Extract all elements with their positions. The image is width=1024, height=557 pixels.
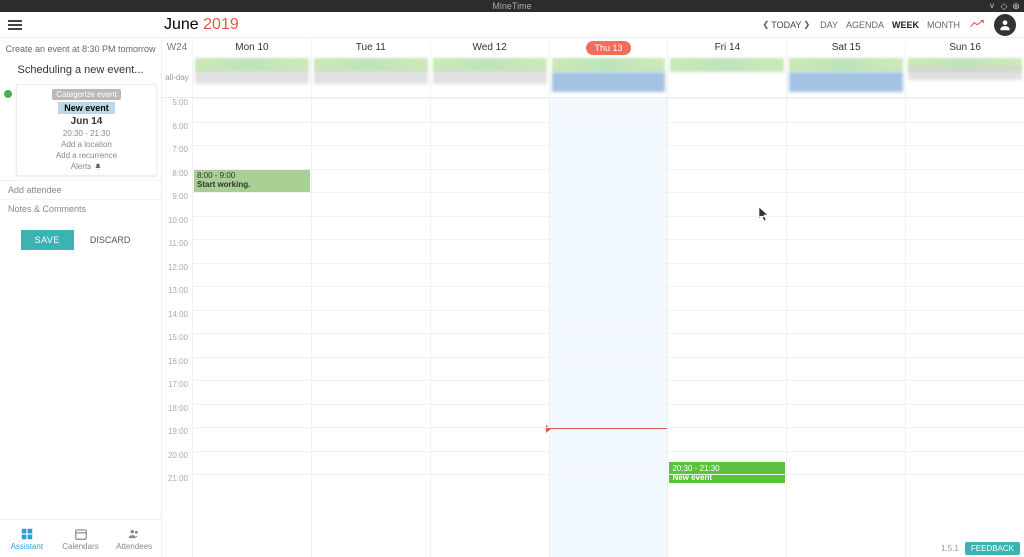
day-col-wed[interactable] <box>430 98 549 557</box>
day-col-mon[interactable]: 8:00 - 9:00 Start working. <box>192 98 311 557</box>
event-start-working[interactable]: 8:00 - 9:00 Start working. <box>194 169 310 193</box>
mouse-cursor-icon <box>758 206 772 222</box>
day-col-fri[interactable]: 20:30 - 21:30 New event <box>667 98 786 557</box>
version-label: 1.5.1 <box>941 544 959 553</box>
nav-attendees[interactable]: Attendees <box>107 520 161 557</box>
month-title: June 2019 <box>164 16 239 34</box>
window-titlebar: MineTime ˅ ◇ ⊗ <box>0 0 1024 12</box>
save-button[interactable]: SAVE <box>21 230 74 250</box>
day-col-sat[interactable] <box>786 98 905 557</box>
app-title: MineTime <box>492 1 531 11</box>
next-week-icon[interactable]: ❯ <box>803 20 810 29</box>
window-minimize-icon[interactable]: ˅ <box>988 0 996 8</box>
prev-week-icon[interactable]: ❮ <box>763 20 770 29</box>
calendar-color-dot[interactable] <box>4 90 12 98</box>
calendar-icon <box>74 527 88 541</box>
event-date[interactable]: Jun 14 <box>71 116 103 127</box>
day-header-tue[interactable]: Tue 11 <box>311 38 430 58</box>
today-button[interactable]: TODAY <box>771 20 801 30</box>
allday-sat[interactable] <box>786 58 905 97</box>
discard-button[interactable]: DISCARD <box>80 230 141 250</box>
add-recurrence[interactable]: Add a recurrence <box>56 151 117 160</box>
assistant-icon <box>20 527 34 541</box>
event-time[interactable]: 20:30 - 21:30 <box>63 129 110 138</box>
scheduling-label: Scheduling a new event... <box>0 60 161 80</box>
day-col-sun[interactable] <box>905 98 1024 557</box>
notes-comments[interactable]: Notes & Comments <box>0 199 161 218</box>
sidebar: Create an event at 8:30 PM tomorrow Sche… <box>0 38 162 557</box>
add-attendee[interactable]: Add attendee <box>0 180 161 199</box>
view-day[interactable]: DAY <box>820 20 838 30</box>
alerts-button[interactable]: Alerts <box>71 162 102 171</box>
event-new-event[interactable]: 20:30 - 21:30 New event <box>669 462 785 483</box>
allday-tue[interactable] <box>311 58 430 97</box>
allday-label: all-day <box>162 58 192 97</box>
week-grid[interactable]: 8:00 - 9:00 Start working. 20:30 - 21:3 <box>192 98 1024 557</box>
nav-calendars[interactable]: Calendars <box>54 520 108 557</box>
event-card: Categorize event New event Jun 14 20:30 … <box>16 84 157 176</box>
day-header-sat[interactable]: Sat 15 <box>786 38 905 58</box>
view-week[interactable]: WEEK <box>892 20 919 30</box>
day-header-mon[interactable]: Mon 10 <box>192 38 311 58</box>
allday-fri[interactable] <box>667 58 786 97</box>
day-header-thu[interactable]: Thu 13 <box>549 38 668 58</box>
attendees-icon <box>127 527 141 541</box>
event-title-input[interactable]: New event <box>58 102 115 114</box>
app-header: June 2019 ❮ TODAY ❯ DAY AGENDA WEEK MONT… <box>0 12 1024 38</box>
view-month[interactable]: MONTH <box>927 20 960 30</box>
footer: 1.5.1 FEEDBACK <box>941 542 1020 555</box>
feedback-button[interactable]: FEEDBACK <box>965 542 1020 555</box>
current-time-indicator <box>550 428 668 429</box>
analytics-icon[interactable] <box>970 19 984 31</box>
sidebar-bottom-nav: Assistant Calendars Attendees <box>0 519 161 557</box>
day-header-wed[interactable]: Wed 12 <box>430 38 549 58</box>
allday-mon[interactable] <box>192 58 311 97</box>
calendar-view: W24 Mon 10 Tue 11 Wed 12 Thu 13 Fri 14 S… <box>162 38 1024 557</box>
profile-avatar[interactable] <box>994 14 1016 36</box>
view-switch: DAY AGENDA WEEK MONTH <box>820 20 960 30</box>
view-agenda[interactable]: AGENDA <box>846 20 884 30</box>
year-label: 2019 <box>203 16 239 33</box>
allday-row: all-day <box>162 58 1024 98</box>
window-maximize-icon[interactable]: ◇ <box>1000 0 1008 8</box>
menu-icon[interactable] <box>8 16 26 34</box>
day-col-thu[interactable] <box>549 98 668 557</box>
day-header-fri[interactable]: Fri 14 <box>667 38 786 58</box>
day-header-sun[interactable]: Sun 16 <box>905 38 1024 58</box>
add-location[interactable]: Add a location <box>61 140 112 149</box>
bell-icon <box>94 163 102 171</box>
window-close-icon[interactable]: ⊗ <box>1012 0 1020 8</box>
allday-wed[interactable] <box>430 58 549 97</box>
categorize-button[interactable]: Categorize event <box>52 89 120 100</box>
time-gutter: 5:00 6:00 7:00 8:00 9:00 10:00 11:00 12:… <box>162 98 192 557</box>
allday-thu[interactable] <box>549 58 668 97</box>
day-header: W24 Mon 10 Tue 11 Wed 12 Thu 13 Fri 14 S… <box>162 38 1024 58</box>
allday-sun[interactable] <box>905 58 1024 97</box>
week-number: W24 <box>162 38 192 58</box>
quick-create-hint[interactable]: Create an event at 8:30 PM tomorrow <box>0 38 161 60</box>
month-label: June <box>164 16 199 33</box>
nav-assistant[interactable]: Assistant <box>0 520 54 557</box>
day-col-tue[interactable] <box>311 98 430 557</box>
